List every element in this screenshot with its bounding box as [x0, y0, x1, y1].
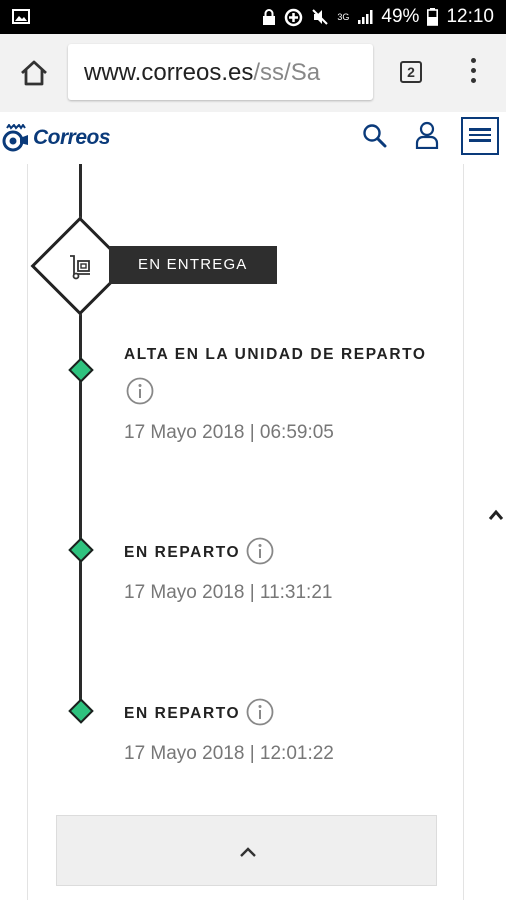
battery-icon [427, 8, 439, 26]
status-bar-right: 3G 49% 12:10 [262, 0, 494, 34]
info-icon[interactable] [246, 698, 274, 726]
correos-logo[interactable]: Correos [0, 120, 111, 156]
event-date-1: 17 Mayo 2018 | 06:59:05 [124, 422, 334, 443]
url-text: www.correos.es/ss/Sa [84, 59, 320, 87]
post-horn-icon [2, 124, 28, 152]
data-saver-icon [285, 8, 303, 26]
battery-percent: 49% [381, 6, 420, 27]
mute-icon [312, 9, 329, 25]
chevron-up-icon [240, 847, 256, 857]
status-bar: 3G 49% 12:10 [0, 0, 506, 34]
hand-truck-icon [70, 255, 90, 280]
tab-count: 2 [407, 64, 415, 80]
stage-label: EN ENTREGA [109, 246, 277, 284]
site-header: Correos [0, 112, 506, 164]
url-domain: www.correos.es [84, 59, 254, 86]
signal-icon [358, 10, 373, 24]
home-icon[interactable] [19, 59, 49, 87]
hamburger-icon[interactable] [461, 117, 499, 155]
browser-toolbar: www.correos.es/ss/Sa 2 [0, 34, 506, 113]
info-icon[interactable] [246, 537, 274, 565]
address-bar[interactable]: www.correos.es/ss/Sa [68, 44, 373, 100]
event-milestone-1 [68, 357, 94, 383]
event-title-1: ALTA EN LA UNIDAD DE REPARTO [124, 346, 427, 363]
event-title-2: EN REPARTO [124, 544, 241, 561]
panel-border-right [463, 164, 464, 900]
gallery-notification-icon [12, 9, 30, 24]
panel-border-left [27, 164, 28, 900]
overflow-menu-icon[interactable] [466, 58, 480, 88]
tabs-button[interactable]: 2 [400, 61, 422, 83]
url-path: /ss/Sa [253, 59, 321, 86]
stage-label-text: EN ENTREGA [138, 256, 248, 273]
event-date-2: 17 Mayo 2018 | 11:31:21 [124, 582, 333, 603]
chevron-up-icon[interactable] [488, 509, 504, 521]
info-icon[interactable] [126, 377, 154, 405]
event-milestone-2 [68, 537, 94, 563]
clock: 12:10 [446, 6, 494, 27]
search-icon[interactable] [362, 123, 388, 149]
event-milestone-3 [68, 698, 94, 724]
event-date-3: 17 Mayo 2018 | 12:01:22 [124, 743, 334, 764]
lock-icon [263, 8, 276, 25]
network-type: 3G [337, 11, 350, 22]
event-title-3: EN REPARTO [124, 705, 241, 722]
user-icon[interactable] [415, 121, 439, 149]
logo-text: Correos [33, 126, 111, 149]
